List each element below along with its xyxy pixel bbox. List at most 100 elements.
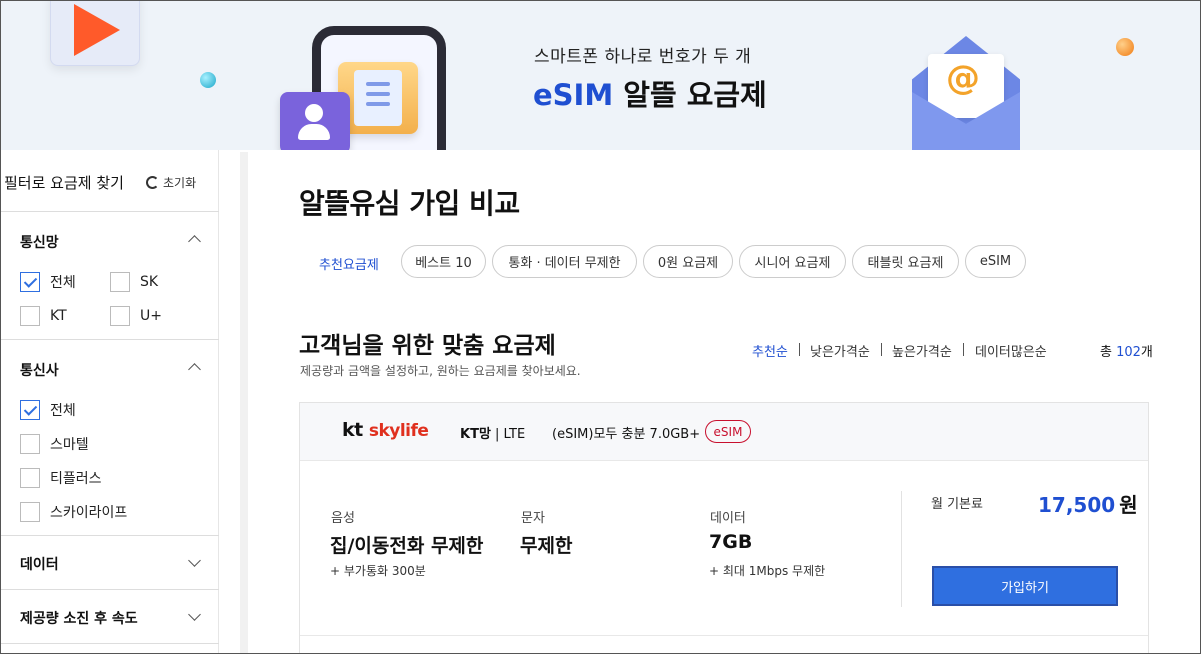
price-amount: 17,500	[1038, 493, 1116, 517]
checkbox[interactable]	[110, 306, 130, 326]
phone-notch	[356, 29, 402, 35]
chevron-down-icon[interactable]	[188, 554, 201, 567]
network-option-kt[interactable]: KT	[20, 306, 67, 326]
option-label: 티플러스	[50, 471, 102, 487]
logo-skylife: skylife	[368, 421, 429, 441]
speed-filter-title[interactable]: 제공량 소진 후 속도	[20, 608, 138, 628]
total-prefix: 총	[1100, 345, 1117, 360]
tab-recommended[interactable]: 추천요금제	[319, 254, 379, 273]
tab-zero-won[interactable]: 0원 요금제	[643, 245, 733, 278]
refresh-icon	[146, 176, 159, 189]
carrier-filter-title[interactable]: 통신사	[20, 360, 59, 380]
section-title: 고객님을 위한 맞춤 요금제	[299, 333, 556, 359]
voice-label: 음성	[331, 511, 355, 526]
data-filter-title[interactable]: 데이터	[20, 554, 59, 574]
network-name: KT망	[460, 427, 491, 442]
orange-dot-decoration	[1116, 38, 1134, 56]
option-label: U+	[140, 308, 162, 324]
data-value: 7GB	[709, 531, 753, 553]
sort-low-price[interactable]: 낮은가격순	[810, 341, 870, 360]
document-line	[366, 82, 390, 86]
filter-header: 필터로 요금제 찾기 초기화	[0, 150, 219, 212]
checkbox-checked[interactable]	[20, 400, 40, 420]
sort-most-data[interactable]: 데이터많은순	[975, 341, 1047, 360]
chevron-up-icon[interactable]	[188, 363, 201, 376]
carrier-option-smartel[interactable]: 스마텔	[20, 434, 89, 454]
logo-kt: kt	[342, 419, 363, 441]
sms-value: 무제한	[520, 535, 573, 557]
data-note: + 최대 1Mbps 무제한	[709, 564, 826, 578]
card-divider	[901, 491, 902, 607]
banner-title: eSIM 알뜰 요금제	[533, 72, 767, 114]
option-label: 스마텔	[50, 437, 89, 453]
network-option-sk[interactable]: SK	[110, 272, 158, 292]
total-number: 102	[1116, 345, 1141, 360]
total-count: 총 102개	[1100, 341, 1153, 360]
teal-dot-decoration	[200, 72, 216, 88]
sidebar-scrollbar[interactable]	[240, 152, 248, 654]
user-icon	[305, 104, 323, 122]
network-type: | LTE	[490, 427, 526, 442]
banner-subtitle: 스마트폰 하나로 번호가 두 개	[534, 47, 752, 67]
total-suffix: 개	[1140, 345, 1153, 360]
carrier-option-all[interactable]: 전체	[20, 400, 76, 420]
at-sign-icon: @	[946, 58, 980, 98]
option-label: 스카이라이프	[50, 505, 128, 521]
network-filter-title[interactable]: 통신망	[20, 232, 59, 252]
banner-title-accent: eSIM	[533, 78, 614, 112]
reset-button[interactable]: 초기화	[146, 174, 196, 191]
checkbox[interactable]	[110, 272, 130, 292]
carrier-option-skylife[interactable]: 스카이라이프	[20, 502, 127, 522]
option-label: 전체	[50, 403, 76, 419]
plan-name: (eSIM)모두 충분 7.0GB+	[552, 427, 701, 442]
sort-separator	[881, 343, 882, 356]
reset-label: 초기화	[163, 176, 197, 190]
option-label: KT	[50, 308, 67, 324]
tab-tablet[interactable]: 태블릿 요금제	[852, 245, 959, 278]
sms-label: 문자	[521, 511, 545, 526]
promo-banner[interactable]: @ 스마트폰 하나로 번호가 두 개 eSIM 알뜰 요금제	[0, 0, 1201, 150]
monthly-fee-label: 월 기본료	[931, 497, 983, 512]
play-icon	[74, 4, 120, 56]
voice-note: + 부가통화 300분	[330, 564, 426, 578]
banner-title-rest: 알뜰 요금제	[613, 78, 767, 112]
checkbox[interactable]	[20, 502, 40, 522]
checkbox[interactable]	[20, 434, 40, 454]
speed-filter-section[interactable]: 제공량 소진 후 속도	[0, 590, 219, 644]
plan-card[interactable]: kt skylife KT망 | LTE (eSIM)모두 충분 7.0GB+ …	[299, 402, 1149, 654]
page-title: 알뜰유심 가입 비교	[299, 187, 520, 220]
filter-title: 필터로 요금제 찾기	[4, 174, 124, 192]
network-option-uplus[interactable]: U+	[110, 306, 162, 326]
tab-senior[interactable]: 시니어 요금제	[739, 245, 846, 278]
option-label: 전체	[50, 275, 76, 291]
tab-esim[interactable]: eSIM	[965, 245, 1026, 278]
checkbox[interactable]	[20, 306, 40, 326]
user-icon-body	[298, 124, 330, 140]
chevron-up-icon[interactable]	[188, 235, 201, 248]
price-unit: 원	[1119, 493, 1138, 517]
section-description: 제공량과 금액을 설정하고, 원하는 요금제를 찾아보세요.	[300, 364, 581, 378]
voice-value: 집/이동전화 무제한	[330, 535, 484, 557]
network-filter-section: 통신망 전체 SK KT U+	[0, 212, 219, 340]
card-bottom-line	[300, 635, 1148, 636]
option-label: SK	[140, 274, 159, 290]
filter-sidebar: 필터로 요금제 찾기 초기화 통신망 전체 SK KT U+ 통신사 전체 스마…	[0, 150, 219, 654]
carrier-option-tplus[interactable]: 티플러스	[20, 468, 102, 488]
checkbox[interactable]	[20, 468, 40, 488]
carrier-filter-section: 통신사 전체 스마텔 티플러스 스카이라이프	[0, 340, 219, 536]
esim-badge: eSIM	[705, 420, 751, 443]
plan-network: KT망 | LTE	[460, 423, 525, 442]
checkbox-checked[interactable]	[20, 272, 40, 292]
plan-card-header: kt skylife KT망 | LTE (eSIM)모두 충분 7.0GB+ …	[300, 403, 1148, 461]
join-button[interactable]: 가입하기	[932, 566, 1118, 606]
sort-separator	[963, 343, 964, 356]
sort-recommended[interactable]: 추천순	[752, 341, 788, 360]
kt-skylife-logo: kt skylife	[342, 419, 429, 441]
tab-unlimited[interactable]: 통화 · 데이터 무제한	[492, 245, 637, 278]
document-line	[366, 92, 390, 96]
data-filter-section[interactable]: 데이터	[0, 536, 219, 590]
chevron-down-icon[interactable]	[188, 608, 201, 621]
sort-high-price[interactable]: 높은가격순	[892, 341, 952, 360]
tab-best10[interactable]: 베스트 10	[401, 245, 486, 278]
network-option-all[interactable]: 전체	[20, 272, 76, 292]
